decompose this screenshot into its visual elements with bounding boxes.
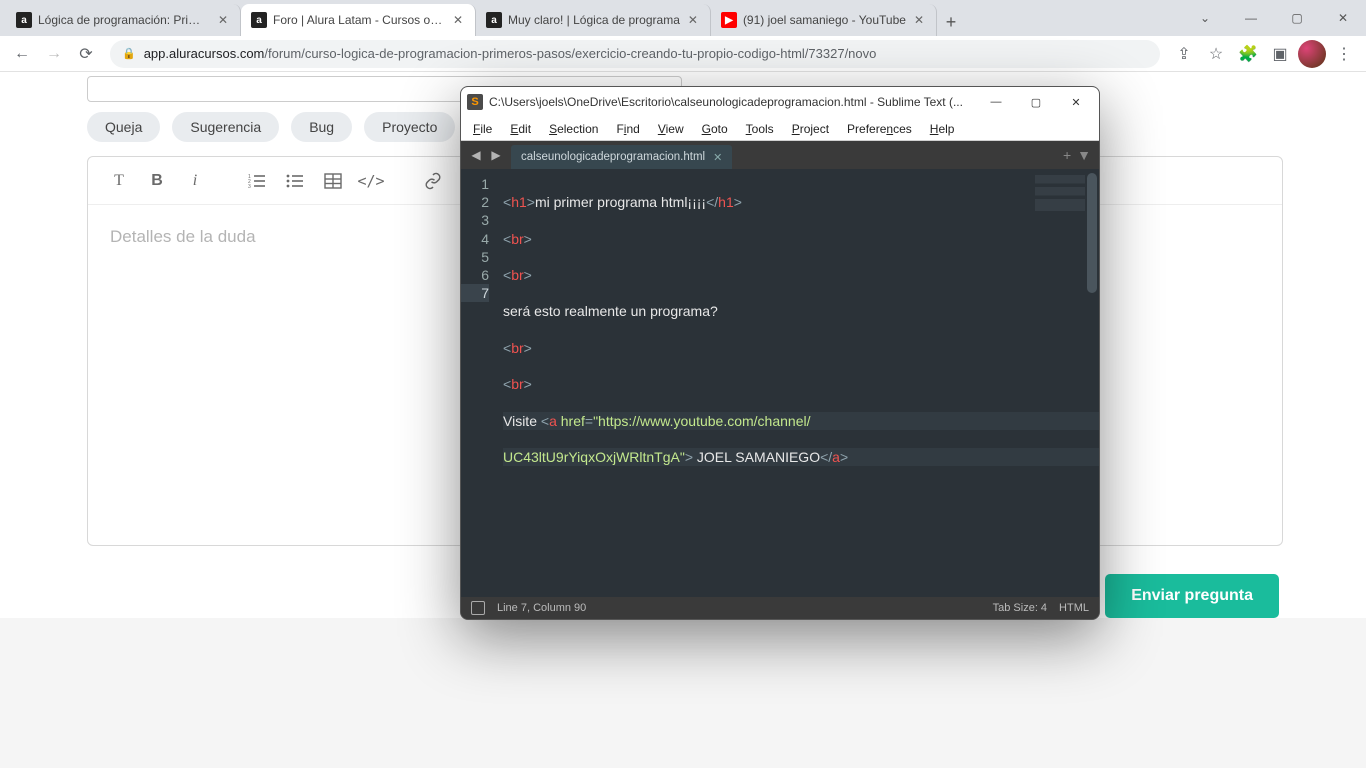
tab-title: Lógica de programación: Primero [38, 13, 210, 27]
menu-file[interactable]: File [465, 120, 500, 138]
status-tabsize[interactable]: Tab Size: 4 [993, 602, 1047, 614]
close-tab-icon[interactable]: ✕ [713, 151, 722, 164]
tabrow-right: + ▼ [1063, 147, 1099, 163]
kebab-menu-icon[interactable]: ⋮ [1330, 40, 1358, 68]
toolbar-right: ⇪ ☆ 🧩 ▣ ⋮ [1170, 40, 1358, 68]
minimize-icon[interactable]: ― [1228, 0, 1274, 36]
minimap[interactable] [1035, 175, 1085, 235]
sublime-window[interactable]: S C:\Users\joels\OneDrive\Escritorio\cal… [460, 86, 1100, 620]
address-bar-row: ← → ⟳ 🔒 app.aluracursos.com/forum/curso-… [0, 36, 1366, 72]
new-tab-button[interactable]: + [937, 8, 965, 36]
close-icon[interactable]: ✕ [1059, 90, 1093, 114]
menu-help[interactable]: Help [922, 120, 963, 138]
menu-view[interactable]: View [650, 120, 692, 138]
sublime-title: C:\Users\joels\OneDrive\Escritorio\calse… [489, 95, 973, 109]
menu-find[interactable]: Find [608, 120, 647, 138]
code-scrollbar[interactable] [1087, 173, 1097, 293]
share-icon[interactable]: ⇪ [1170, 40, 1198, 68]
file-tab-label: calseunologicadeprogramacion.html [521, 151, 705, 163]
sublime-menubar: File Edit Selection Find View Goto Tools… [461, 117, 1099, 141]
menu-goto[interactable]: Goto [694, 120, 736, 138]
menu-edit[interactable]: Edit [502, 120, 539, 138]
lock-icon: 🔒 [122, 47, 136, 60]
sidepanel-icon[interactable]: ▣ [1266, 40, 1294, 68]
link-button[interactable] [416, 164, 450, 198]
star-icon[interactable]: ☆ [1202, 40, 1230, 68]
line-gutter: 1234567 [461, 169, 497, 597]
youtube-favicon-icon: ▶ [721, 12, 737, 28]
tab-prev-icon[interactable]: ◀ [467, 146, 485, 164]
menu-selection[interactable]: Selection [541, 120, 606, 138]
code-area[interactable]: 1234567 <h1>mi primer programa html¡¡¡¡<… [461, 169, 1099, 597]
menu-project[interactable]: Project [784, 120, 837, 138]
maximize-icon[interactable]: ▢ [1274, 0, 1320, 36]
close-icon[interactable]: ✕ [686, 13, 700, 27]
close-icon[interactable]: ✕ [451, 13, 465, 27]
close-icon[interactable]: ✕ [216, 13, 230, 27]
bold-button[interactable]: B [140, 164, 174, 198]
heading-button[interactable]: T [102, 164, 136, 198]
status-language[interactable]: HTML [1059, 602, 1089, 614]
alura-favicon-icon: a [486, 12, 502, 28]
code-lines[interactable]: <h1>mi primer programa html¡¡¡¡</h1> <br… [497, 169, 1099, 597]
minimize-icon[interactable]: ― [979, 90, 1013, 114]
forward-button[interactable]: → [40, 40, 68, 68]
page-footer-gap [0, 618, 1366, 768]
sublime-titlebar[interactable]: S C:\Users\joels\OneDrive\Escritorio\cal… [461, 87, 1099, 117]
extensions-icon[interactable]: 🧩 [1234, 40, 1262, 68]
tab-nav-arrows: ◀ ▶ [461, 146, 511, 164]
back-button[interactable]: ← [8, 40, 36, 68]
tab-1[interactable]: a Foro | Alura Latam - Cursos onlin ✕ [241, 4, 476, 36]
tab-strip: a Lógica de programación: Primero ✕ a Fo… [0, 0, 1366, 36]
menu-preferences[interactable]: Preferences [839, 120, 920, 138]
status-bar: Line 7, Column 90 Tab Size: 4 HTML [461, 597, 1099, 619]
url-text: app.aluracursos.com/forum/curso-logica-d… [144, 46, 877, 61]
window-controls: ⌄ ― ▢ ✕ [1182, 0, 1366, 36]
chip-sugerencia[interactable]: Sugerencia [172, 112, 279, 142]
close-icon[interactable]: ✕ [912, 13, 926, 27]
unordered-list-button[interactable] [278, 164, 312, 198]
tab-title: Muy claro! | Lógica de programa [508, 13, 680, 27]
menu-tools[interactable]: Tools [738, 120, 782, 138]
file-tab[interactable]: calseunologicadeprogramacion.html ✕ [511, 145, 732, 169]
code-button[interactable]: </> [354, 164, 388, 198]
alura-favicon-icon: a [251, 12, 267, 28]
reload-button[interactable]: ⟳ [72, 40, 100, 68]
sidebar-toggle-icon[interactable] [471, 601, 485, 615]
browser-chrome: a Lógica de programación: Primero ✕ a Fo… [0, 0, 1366, 72]
maximize-icon[interactable]: ▢ [1019, 90, 1053, 114]
chip-queja[interactable]: Queja [87, 112, 160, 142]
tab-2[interactable]: a Muy claro! | Lógica de programa ✕ [476, 4, 711, 36]
italic-button[interactable]: i [178, 164, 212, 198]
table-button[interactable] [316, 164, 350, 198]
alura-favicon-icon: a [16, 12, 32, 28]
sublime-app-icon: S [467, 94, 483, 110]
chip-proyecto[interactable]: Proyecto [364, 112, 455, 142]
status-cursor: Line 7, Column 90 [497, 602, 586, 614]
chip-bug[interactable]: Bug [291, 112, 352, 142]
tab-3[interactable]: ▶ (91) joel samaniego - YouTube ✕ [711, 4, 937, 36]
url-path: /forum/curso-logica-de-programacion-prim… [264, 46, 876, 61]
sublime-tabrow: ◀ ▶ calseunologicadeprogramacion.html ✕ … [461, 141, 1099, 169]
url-host: app.aluracursos.com [144, 46, 265, 61]
caret-down-icon[interactable]: ⌄ [1182, 0, 1228, 36]
new-tab-icon[interactable]: + [1063, 147, 1071, 163]
svg-text:3: 3 [248, 184, 251, 190]
tab-next-icon[interactable]: ▶ [487, 146, 505, 164]
tab-title: (91) joel samaniego - YouTube [743, 13, 906, 27]
ordered-list-button[interactable]: 123 [240, 164, 274, 198]
submit-question-button[interactable]: Enviar pregunta [1105, 574, 1279, 618]
tab-0[interactable]: a Lógica de programación: Primero ✕ [6, 4, 241, 36]
tab-menu-icon[interactable]: ▼ [1077, 147, 1091, 163]
omnibox[interactable]: 🔒 app.aluracursos.com/forum/curso-logica… [110, 40, 1160, 68]
close-window-icon[interactable]: ✕ [1320, 0, 1366, 36]
tab-title: Foro | Alura Latam - Cursos onlin [273, 13, 445, 27]
profile-avatar[interactable] [1298, 40, 1326, 68]
